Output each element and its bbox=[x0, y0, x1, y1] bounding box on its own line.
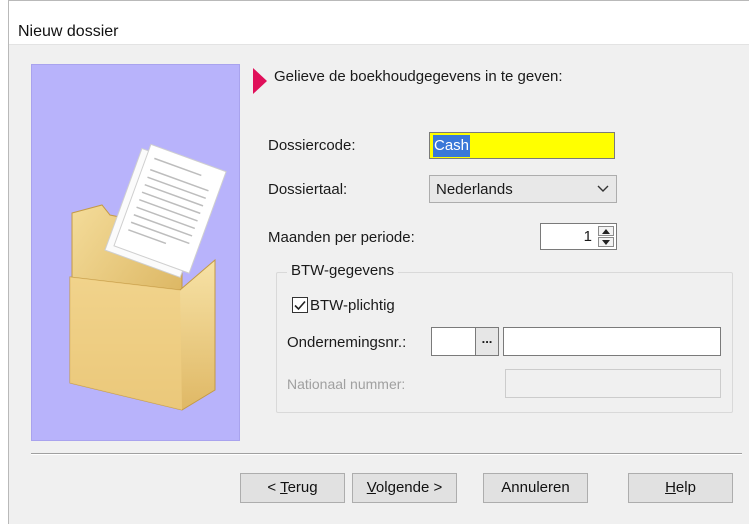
page-heading: Gelieve de boekhoudgegevens in te geven: bbox=[274, 68, 563, 85]
ondernemingsnr-prefix-input[interactable] bbox=[431, 327, 476, 356]
dialog-window: Nieuw dossier Gelieve de boekhoudgegeven… bbox=[8, 0, 749, 524]
btw-plichtig-checkbox[interactable] bbox=[292, 297, 308, 313]
next-button[interactable]: Volgende > bbox=[352, 473, 457, 503]
checkmark-icon bbox=[294, 300, 306, 310]
back-button-rest: erug bbox=[287, 479, 318, 496]
next-button-rest: olgende > bbox=[375, 479, 443, 496]
ondernemingsnr-browse-button[interactable]: ... bbox=[475, 327, 499, 356]
btw-group-title: BTW-gegevens bbox=[287, 262, 399, 279]
dossiertaal-value: Nederlands bbox=[436, 181, 513, 198]
dossiertaal-label: Dossiertaal: bbox=[268, 181, 348, 198]
folder-documents-icon bbox=[69, 143, 227, 411]
title-bar: Nieuw dossier bbox=[9, 1, 749, 45]
nationaal-nummer-input bbox=[505, 369, 721, 398]
nationaal-nummer-label: Nationaal nummer: bbox=[287, 376, 406, 392]
dossiertaal-select[interactable]: Nederlands bbox=[429, 175, 617, 203]
help-button-rest: elp bbox=[675, 479, 696, 496]
wizard-side-panel bbox=[31, 64, 240, 441]
spin-up-button[interactable] bbox=[598, 226, 614, 236]
btw-plichtig-label[interactable]: BTW-plichtig bbox=[310, 297, 395, 314]
pointer-arrow-icon bbox=[253, 68, 267, 94]
spin-down-button[interactable] bbox=[598, 237, 614, 247]
dossiercode-input[interactable]: Cash bbox=[429, 132, 615, 159]
maanden-spinner[interactable]: 1 bbox=[540, 223, 617, 250]
spin-up-icon bbox=[602, 228, 610, 234]
ondernemingsnr-label: Ondernemingsnr.: bbox=[287, 334, 407, 351]
chevron-down-icon bbox=[597, 185, 609, 192]
footer-separator bbox=[31, 453, 742, 455]
back-button-prefix: < bbox=[267, 479, 281, 496]
dossiercode-value: Cash bbox=[433, 135, 471, 157]
help-button[interactable]: Help bbox=[628, 473, 733, 503]
maanden-label: Maanden per periode: bbox=[268, 229, 415, 246]
help-button-mnemonic: H bbox=[665, 479, 676, 496]
back-button-mnemonic: T bbox=[280, 479, 288, 496]
next-button-mnemonic: V bbox=[366, 479, 376, 496]
dossiercode-label: Dossiercode: bbox=[268, 137, 356, 154]
maanden-value: 1 bbox=[583, 228, 592, 245]
ondernemingsnr-input[interactable] bbox=[503, 327, 721, 356]
window-title: Nieuw dossier bbox=[18, 23, 119, 40]
back-button[interactable]: < Terug bbox=[240, 473, 345, 503]
cancel-button[interactable]: Annuleren bbox=[483, 473, 588, 503]
spin-down-icon bbox=[602, 239, 610, 245]
